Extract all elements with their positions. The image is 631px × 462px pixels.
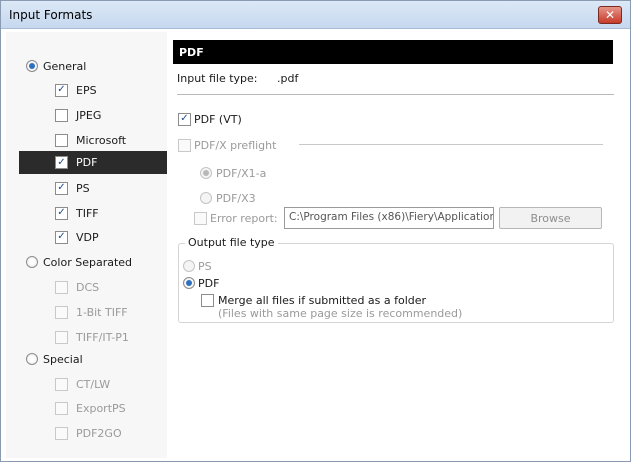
input-file-type-label: Input file type: (177, 72, 258, 85)
output-ps-label: PS (198, 259, 212, 273)
format-tree: General ✓ EPS JPEG Microsoft ✓ PDF ✓ PS (6, 32, 167, 458)
error-report-label: Error report: (210, 211, 278, 225)
input-file-type-value: .pdf (277, 72, 299, 85)
section-header: PDF (173, 40, 613, 64)
ct-lw-label: CT/LW (76, 377, 111, 391)
special-radio[interactable] (26, 353, 38, 365)
pdfx3-label: PDF/X3 (216, 191, 256, 205)
tree-item-dcs: DCS (55, 277, 99, 297)
pdf-vt-checkbox[interactable]: ✓ (178, 112, 191, 126)
1bit-tiff-label: 1-Bit TIFF (76, 305, 128, 319)
jpeg-checkbox[interactable] (55, 108, 68, 122)
tree-color-separated[interactable]: Color Separated (26, 252, 132, 272)
tree-item-1bit-tiff: 1-Bit TIFF (55, 302, 128, 322)
window-title: Input Formats (9, 8, 93, 22)
eps-label: EPS (76, 83, 97, 97)
input-formats-dialog: Input Formats ✕ General ✓ EPS JPEG Micro… (0, 0, 631, 462)
pdfx1a-label: PDF/X1-a (216, 166, 267, 180)
pdfx-preflight-checkbox (178, 138, 191, 152)
ps-label: PS (76, 181, 90, 195)
vdp-label: VDP (76, 230, 99, 244)
eps-checkbox[interactable]: ✓ (55, 83, 68, 97)
tree-item-eps[interactable]: ✓ EPS (55, 80, 97, 100)
output-pdf-radio[interactable] (183, 277, 195, 289)
error-report-checkbox (194, 211, 207, 225)
tiff-checkbox[interactable]: ✓ (55, 206, 68, 220)
pdfx-preflight-label: PDF/X preflight (194, 138, 277, 152)
pdfx3-option: PDF/X3 (200, 188, 256, 208)
1bit-tiff-checkbox (55, 305, 68, 319)
pdf-label: PDF (76, 156, 98, 169)
microsoft-checkbox[interactable] (55, 133, 68, 147)
microsoft-label: Microsoft (76, 133, 127, 147)
divider (177, 94, 614, 95)
ct-lw-checkbox (55, 377, 68, 391)
tree-item-tiff-it-p1: TIFF/IT-P1 (55, 327, 129, 347)
tiff-it-p1-checkbox (55, 330, 68, 344)
color-separated-label: Color Separated (43, 255, 133, 269)
error-report-path-field[interactable]: C:\Program Files (x86)\Fiery\Application… (284, 207, 494, 229)
close-button[interactable]: ✕ (598, 6, 622, 24)
merge-note: (Files with same page size is recommende… (218, 307, 463, 320)
tree-item-pdf[interactable]: ✓ PDF (19, 151, 167, 174)
pdfx1a-radio (200, 167, 212, 179)
tree-item-ct-lw: CT/LW (55, 374, 110, 394)
output-file-type-title: Output file type (185, 236, 278, 249)
tree-item-pdf2go: PDF2GO (55, 423, 122, 443)
merge-checkbox[interactable] (201, 293, 214, 307)
tree-item-jpeg[interactable]: JPEG (55, 105, 101, 125)
general-label: General (43, 59, 87, 73)
exportps-label: ExportPS (76, 401, 126, 415)
jpeg-label: JPEG (76, 108, 102, 122)
tree-general[interactable]: General (26, 56, 86, 76)
merge-label: Merge all files if submitted as a folder (218, 293, 427, 307)
dcs-label: DCS (76, 280, 100, 294)
tiff-it-p1-label: TIFF/IT-P1 (76, 330, 129, 344)
pdf2go-label: PDF2GO (76, 426, 122, 440)
tiff-label: TIFF (76, 206, 99, 220)
output-ps-radio (183, 260, 195, 272)
ps-checkbox[interactable]: ✓ (55, 181, 68, 195)
tree-item-tiff[interactable]: ✓ TIFF (55, 203, 99, 223)
special-label: Special (43, 352, 83, 366)
pdfx1a-option: PDF/X1-a (200, 163, 266, 183)
color-separated-radio[interactable] (26, 256, 38, 268)
browse-button[interactable]: Browse (499, 207, 602, 229)
pdf2go-checkbox (55, 426, 68, 440)
vdp-checkbox[interactable]: ✓ (55, 230, 68, 244)
pdf-vt-label: PDF (VT) (194, 112, 242, 126)
tree-item-vdp[interactable]: ✓ VDP (55, 227, 99, 247)
tree-item-microsoft[interactable]: Microsoft (55, 130, 126, 150)
dialog-client-area: General ✓ EPS JPEG Microsoft ✓ PDF ✓ PS (1, 30, 630, 461)
pdfx3-radio (200, 192, 212, 204)
pdf-checkbox[interactable]: ✓ (55, 156, 68, 169)
exportps-checkbox (55, 401, 68, 415)
pdfx-preflight-option: PDF/X preflight (178, 135, 276, 155)
error-report-option: Error report: (194, 208, 278, 228)
general-radio[interactable] (26, 60, 38, 72)
tree-special[interactable]: Special (26, 349, 83, 369)
title-bar: Input Formats ✕ (1, 1, 630, 29)
tree-item-exportps: ExportPS (55, 398, 126, 418)
preflight-divider (299, 144, 603, 145)
dcs-checkbox (55, 280, 68, 294)
tree-item-ps[interactable]: ✓ PS (55, 178, 90, 198)
output-pdf-label: PDF (198, 276, 220, 290)
pdf-vt-option[interactable]: ✓ PDF (VT) (178, 109, 242, 129)
